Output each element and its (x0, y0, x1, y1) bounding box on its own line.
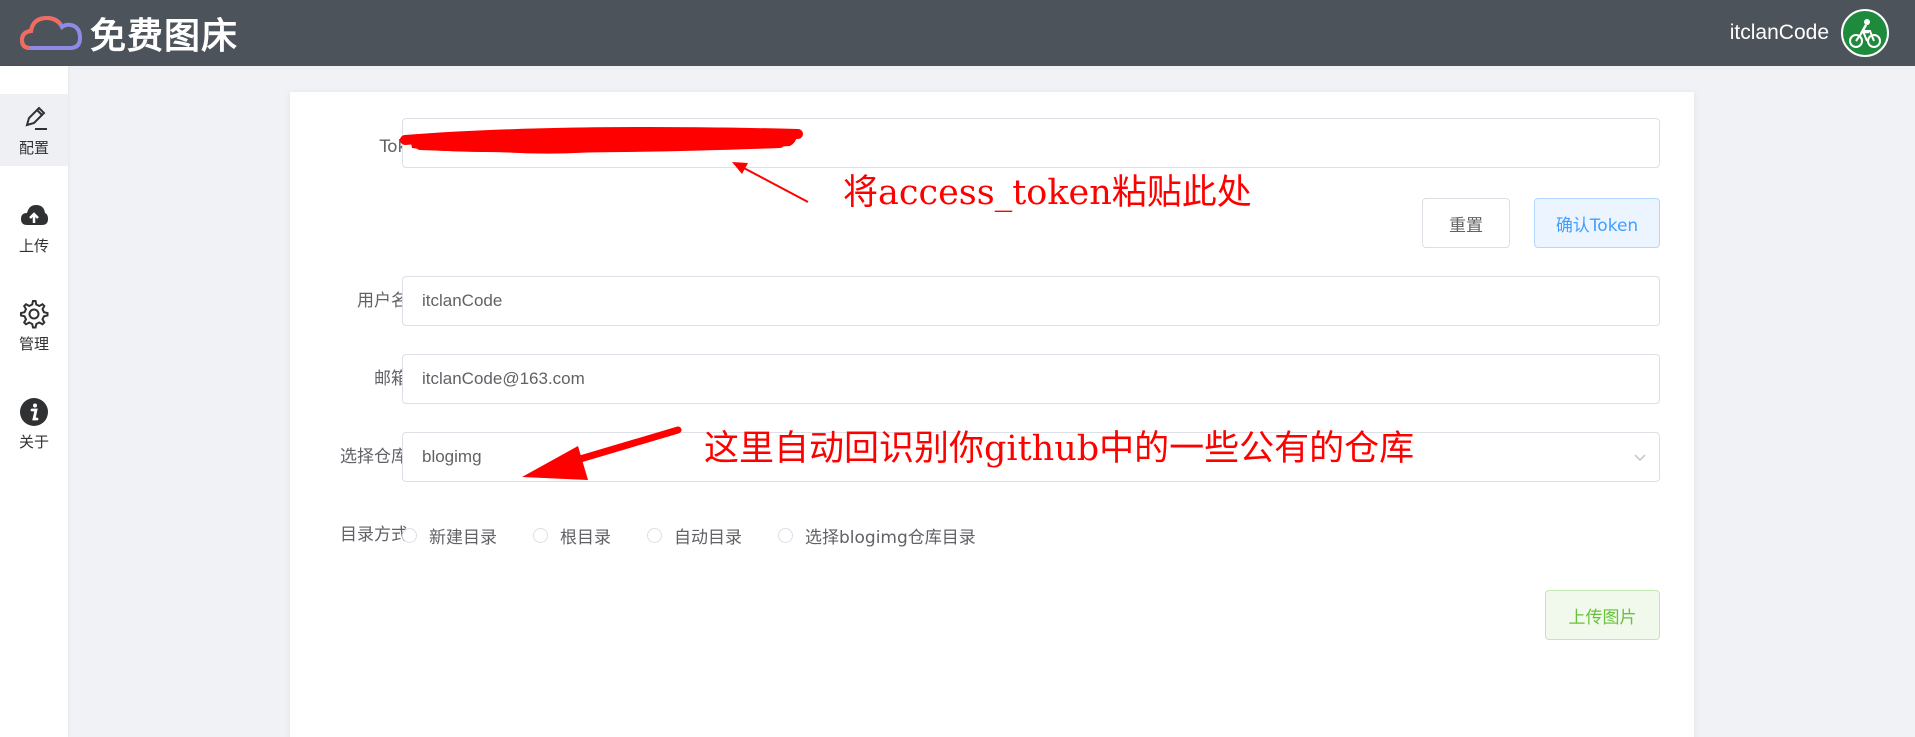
radio-label: 新建目录 (429, 527, 497, 548)
user-name: itclanCode (1729, 21, 1829, 44)
avatar[interactable] (1841, 9, 1889, 57)
repo-label: 选择仓库 (340, 447, 408, 467)
repo-hint-annotation: 这里自动回识别你github中的一些公有的仓库 (704, 429, 1415, 469)
reset-button[interactable]: 重置 (1422, 198, 1510, 248)
username-label: 用户名 (357, 291, 408, 311)
info-icon (20, 397, 48, 426)
cyclist-avatar-icon (1849, 19, 1881, 48)
radio-label: 选择blogimg仓库目录 (805, 527, 976, 548)
app-title: 免费图床 (90, 16, 239, 57)
sidebar-item-label: 上传 (18, 236, 49, 255)
gear-icon (20, 299, 49, 328)
upload-image-button[interactable]: 上传图片 (1545, 590, 1660, 640)
top-header: 免费图床 itclanCode (0, 0, 1915, 66)
sidebar-item-about[interactable]: 关于 (0, 388, 68, 460)
app-logo[interactable]: 免费图床 (20, 12, 238, 57)
radio-new-directory[interactable]: 新建目录 (402, 523, 497, 548)
radio-root-directory[interactable]: 根目录 (533, 523, 611, 548)
radio-circle[interactable] (402, 527, 417, 543)
radio-circle[interactable] (647, 527, 662, 543)
sidebar-item-label: 管理 (18, 334, 49, 353)
sidebar-item-label: 关于 (18, 432, 49, 451)
confirm-token-button[interactable]: 确认Token (1534, 198, 1660, 248)
cloud-upload-icon (21, 204, 48, 225)
pen-icon (25, 106, 47, 130)
radio-label: 根目录 (560, 527, 611, 548)
sidebar-item-config[interactable]: 配置 (0, 94, 68, 166)
username-field[interactable]: itclanCode (402, 276, 1660, 326)
radio-circle[interactable] (778, 527, 793, 543)
radio-circle[interactable] (533, 527, 548, 543)
sidebar-item-upload[interactable]: 上传 (0, 192, 68, 264)
radio-auto-directory[interactable]: 自动目录 (647, 523, 742, 548)
email-value: itclanCode@163.com (422, 369, 585, 388)
token-hint-annotation: 将access_token粘贴此处 (843, 173, 1252, 213)
sidebar: 配置 上传 管理 关于 (0, 66, 68, 737)
radio-choose-repo-directory[interactable]: 选择blogimg仓库目录 (778, 523, 976, 548)
token-input[interactable] (402, 118, 1660, 168)
cloud-logo-icon (20, 15, 82, 50)
radio-label: 自动目录 (674, 527, 742, 548)
user-menu[interactable]: itclanCode (1730, 8, 1889, 58)
email-label: 邮箱 (374, 369, 408, 389)
directory-mode-label: 目录方式 (340, 525, 408, 545)
username-value: itclanCode (422, 291, 503, 310)
chevron-down-icon (1634, 454, 1646, 462)
repo-value: blogimg (422, 447, 482, 466)
email-field[interactable]: itclanCode@163.com (402, 354, 1660, 404)
sidebar-item-manage[interactable]: 管理 (0, 290, 68, 362)
directory-mode-radio-group: 新建目录 根目录 自动目录 选择blogimg仓库目录 (402, 520, 1012, 550)
sidebar-item-label: 配置 (18, 138, 49, 157)
